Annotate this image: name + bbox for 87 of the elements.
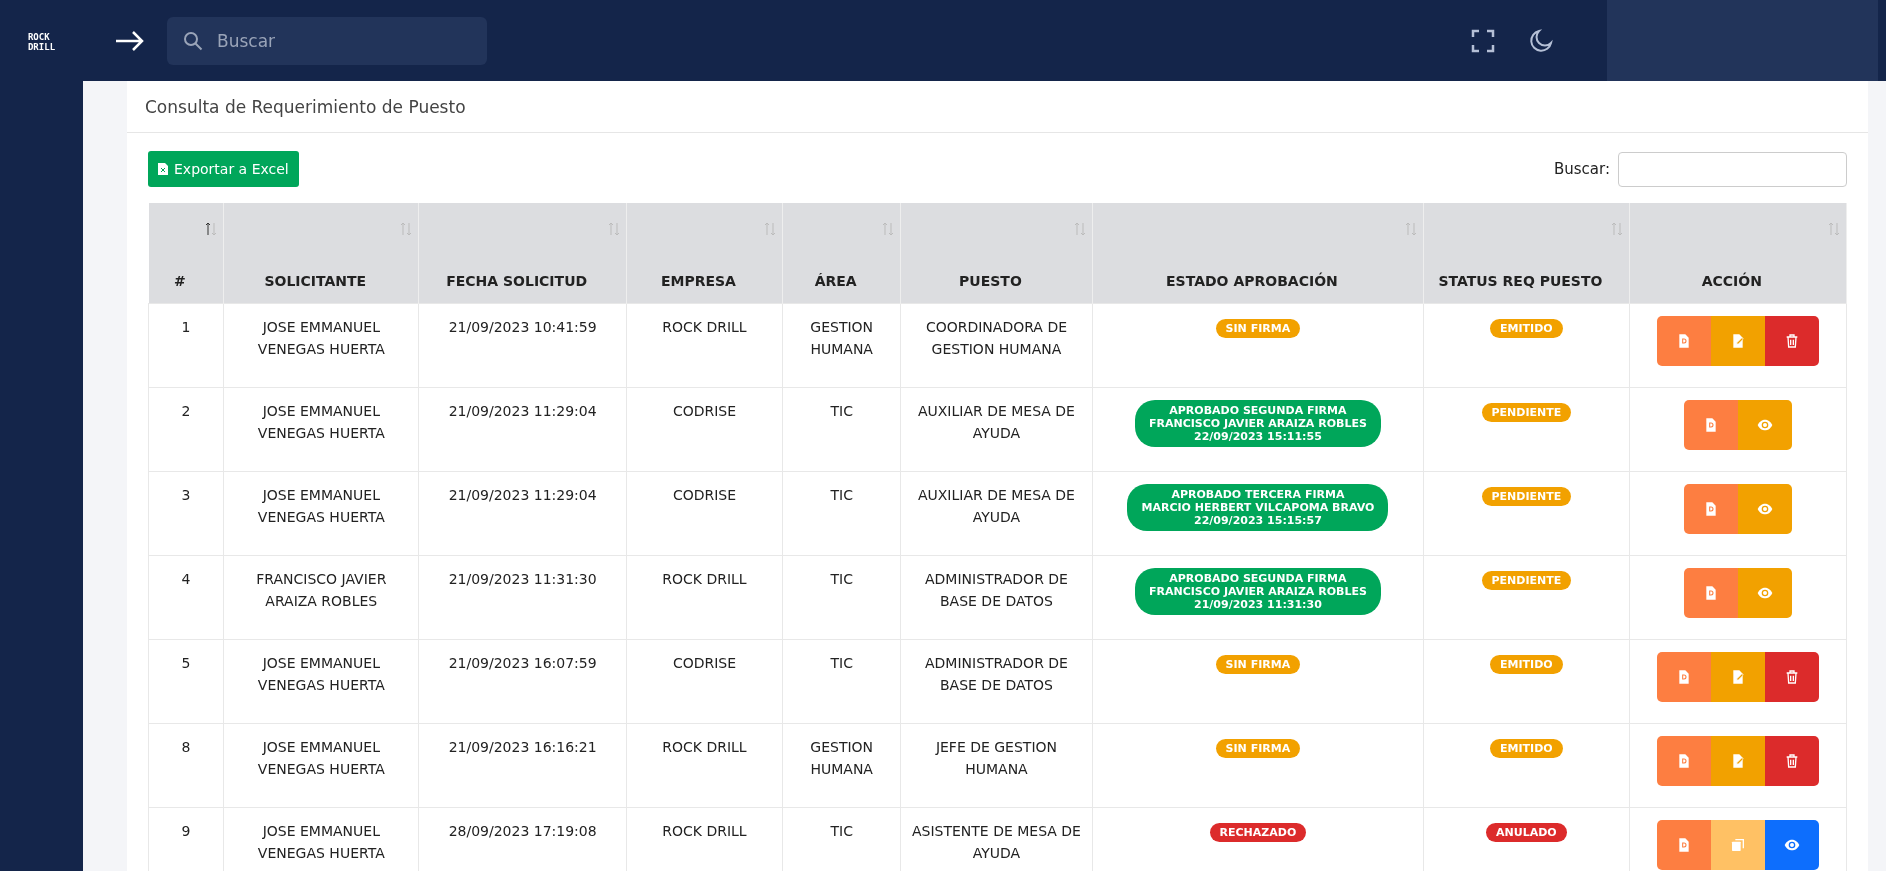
table-cell: JEFE DE GESTION HUMANA bbox=[900, 723, 1093, 808]
table-cell: CODRISE bbox=[626, 639, 783, 724]
search-field[interactable]: Buscar bbox=[167, 16, 487, 65]
table-cell: TIC bbox=[782, 639, 901, 724]
table-cell: 21/09/2023 11:29:04 bbox=[418, 387, 627, 472]
edit-button[interactable] bbox=[1710, 736, 1765, 786]
pdf-button[interactable] bbox=[1656, 736, 1711, 786]
table-cell: TIC bbox=[782, 555, 901, 640]
table-cell: 3 bbox=[148, 471, 224, 556]
table-cell: ADMINISTRADOR DE BASE DE DATOS bbox=[900, 555, 1093, 640]
pdf-button[interactable] bbox=[1683, 400, 1738, 450]
table-cell: JOSE EMMANUEL VENEGAS HUERTA bbox=[223, 639, 419, 724]
excel-file-icon bbox=[158, 163, 168, 175]
table-cell: JOSE EMMANUEL VENEGAS HUERTA bbox=[223, 303, 419, 388]
approval-status-badge: RECHAZADO bbox=[1209, 823, 1307, 842]
table-cell: AUXILIAR DE MESA DE AYUDA bbox=[900, 387, 1093, 472]
table-cell: TIC bbox=[782, 471, 901, 556]
column-header[interactable]: STATUS REQ PUESTO bbox=[1423, 203, 1630, 304]
pdf-button[interactable] bbox=[1683, 568, 1738, 618]
status-badge: ANULADO bbox=[1486, 823, 1567, 842]
moon-icon[interactable] bbox=[1529, 27, 1553, 54]
approval-status-badge: SIN FIRMA bbox=[1215, 655, 1301, 674]
arrow-right-icon[interactable] bbox=[115, 29, 145, 52]
approval-status-badge: SIN FIRMA bbox=[1215, 739, 1301, 758]
approval-status-badge: APROBADO SEGUNDA FIRMA FRANCISCO JAVIER ARAIZA ROBLES 22/09/2023 15:11:55 bbox=[1134, 400, 1381, 447]
table-cell: ROCK DRILL bbox=[626, 555, 783, 640]
status-badge: PENDIENTE bbox=[1481, 571, 1572, 590]
table-cell: 21/09/2023 16:16:21 bbox=[418, 723, 627, 808]
view-button[interactable] bbox=[1737, 400, 1792, 450]
pdf-button[interactable] bbox=[1656, 316, 1711, 366]
pdf-button[interactable] bbox=[1656, 652, 1711, 702]
column-header[interactable]: SOLICITANTE bbox=[223, 203, 419, 304]
column-header[interactable]: # bbox=[148, 203, 224, 304]
delete-button[interactable] bbox=[1764, 316, 1819, 366]
table-cell: GESTION HUMANA bbox=[782, 303, 901, 388]
table-cell: 9 bbox=[148, 807, 224, 871]
delete-button[interactable] bbox=[1764, 652, 1819, 702]
table-cell: ADMINISTRADOR DE BASE DE DATOS bbox=[900, 639, 1093, 724]
table-cell: 2 bbox=[148, 387, 224, 472]
table-cell: CODRISE bbox=[626, 471, 783, 556]
table-cell: JOSE EMMANUEL VENEGAS HUERTA bbox=[223, 471, 419, 556]
fullscreen-icon[interactable] bbox=[1471, 27, 1495, 54]
status-badge: PENDIENTE bbox=[1481, 403, 1572, 422]
table-cell: 8 bbox=[148, 723, 224, 808]
table-cell: COORDINADORA DE GESTION HUMANA bbox=[900, 303, 1093, 388]
table-cell: 21/09/2023 11:31:30 bbox=[418, 555, 627, 640]
copy-icon bbox=[1729, 836, 1746, 854]
approval-status-badge: APROBADO TERCERA FIRMA MARCIO HERBERT VILCAPOMA BRAVO 22/09/2023 15:15:57 bbox=[1127, 484, 1389, 531]
table-cell: JOSE EMMANUEL VENEGAS HUERTA bbox=[223, 387, 419, 472]
column-header[interactable]: ACCIÓN bbox=[1629, 203, 1847, 304]
table-cell: 21/09/2023 10:41:59 bbox=[418, 303, 627, 388]
table-cell: TIC bbox=[782, 387, 901, 472]
approval-status-badge: SIN FIRMA bbox=[1215, 319, 1301, 338]
table-cell: ROCK DRILL bbox=[626, 303, 783, 388]
table-cell: CODRISE bbox=[626, 387, 783, 472]
table-cell: FRANCISCO JAVIER ARAIZA ROBLES bbox=[223, 555, 419, 640]
table-cell: 1 bbox=[148, 303, 224, 388]
table-cell: 21/09/2023 16:07:59 bbox=[418, 639, 627, 724]
pdf-button[interactable] bbox=[1683, 484, 1738, 534]
approval-status-badge: APROBADO SEGUNDA FIRMA FRANCISCO JAVIER ARAIZA ROBLES 21/09/2023 11:31:30 bbox=[1134, 568, 1381, 615]
edit-button[interactable] bbox=[1710, 316, 1765, 366]
logo-text: ROCK DRILL bbox=[27, 32, 56, 52]
table-cell: GESTION HUMANA bbox=[782, 723, 901, 808]
table-cell: ROCK DRILL bbox=[626, 723, 783, 808]
column-header[interactable]: ESTADO APROBACIÓN bbox=[1092, 203, 1424, 304]
column-header[interactable]: EMPRESA bbox=[626, 203, 783, 304]
table-cell: 5 bbox=[148, 639, 224, 724]
status-badge: EMITIDO bbox=[1490, 655, 1563, 674]
table-cell: AUXILIAR DE MESA DE AYUDA bbox=[900, 471, 1093, 556]
table-cell: 4 bbox=[148, 555, 224, 640]
view-button[interactable] bbox=[1737, 484, 1792, 534]
search-label: Buscar: bbox=[1554, 160, 1610, 178]
status-badge: EMITIDO bbox=[1490, 739, 1563, 758]
pdf-button[interactable] bbox=[1656, 820, 1711, 870]
table-cell: 21/09/2023 11:29:04 bbox=[418, 471, 627, 556]
table-cell: JOSE EMMANUEL VENEGAS HUERTA bbox=[223, 723, 419, 808]
column-header[interactable]: ÁREA bbox=[782, 203, 901, 304]
status-badge: PENDIENTE bbox=[1481, 487, 1572, 506]
edit-button[interactable] bbox=[1710, 652, 1765, 702]
view-button[interactable] bbox=[1737, 568, 1792, 618]
column-header[interactable]: FECHA SOLICITUD bbox=[418, 203, 627, 304]
view-button[interactable] bbox=[1764, 820, 1819, 870]
column-header[interactable]: PUESTO bbox=[900, 203, 1093, 304]
delete-button[interactable] bbox=[1764, 736, 1819, 786]
table-search-field[interactable] bbox=[1618, 151, 1847, 187]
status-badge: EMITIDO bbox=[1490, 319, 1563, 338]
card-title: Consulta de Requerimiento de Puesto bbox=[145, 95, 466, 118]
